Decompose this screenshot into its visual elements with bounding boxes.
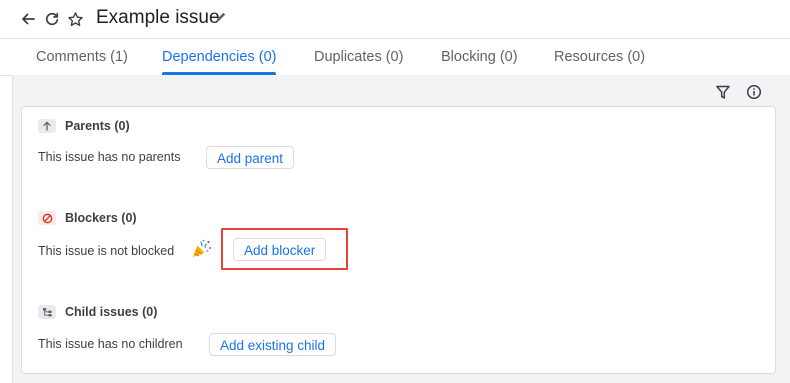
blockers-description: This issue is not blocked [38, 244, 175, 258]
tab-duplicates[interactable]: Duplicates (0) [314, 39, 403, 75]
tab-resources[interactable]: Resources (0) [554, 39, 645, 75]
issue-title: Example issue [96, 7, 220, 28]
refresh-icon[interactable] [42, 9, 62, 29]
arrow-up-icon [38, 119, 56, 133]
add-existing-child-button[interactable]: Add existing child [209, 333, 337, 356]
children-section-header: Child issues (0) [38, 304, 157, 320]
blockers-section-header: Blockers (0) [38, 210, 137, 226]
pencil-icon[interactable] [214, 10, 232, 28]
filter-icon[interactable] [712, 81, 734, 103]
add-blocker-button[interactable]: Add blocker [233, 238, 327, 261]
blockers-title: Blockers (0) [65, 211, 137, 225]
children-title: Child issues (0) [65, 305, 158, 319]
tab-blocking[interactable]: Blocking (0) [441, 39, 518, 75]
dependencies-panel: Parents (0) This issue has no parents Ad… [12, 75, 790, 383]
info-icon[interactable] [743, 81, 765, 103]
tab-bar: Comments (1) Dependencies (0) Duplicates… [0, 38, 790, 76]
parents-description: This issue has no parents [38, 150, 181, 164]
add-parent-button[interactable]: Add parent [206, 146, 295, 169]
blocked-icon [38, 211, 56, 225]
party-popper-icon [191, 239, 213, 259]
parents-title: Parents (0) [65, 119, 130, 133]
back-arrow-icon[interactable] [18, 9, 38, 29]
tab-dependencies[interactable]: Dependencies (0) [162, 39, 277, 75]
parents-section-header: Parents (0) [38, 118, 130, 134]
star-icon[interactable] [65, 9, 85, 29]
tab-comments[interactable]: Comments (1) [36, 39, 128, 75]
dependencies-card: Parents (0) This issue has no parents Ad… [21, 106, 776, 374]
issue-header: Example issue [0, 0, 790, 38]
children-description: This issue has no children [38, 337, 183, 351]
hierarchy-icon [38, 305, 56, 319]
